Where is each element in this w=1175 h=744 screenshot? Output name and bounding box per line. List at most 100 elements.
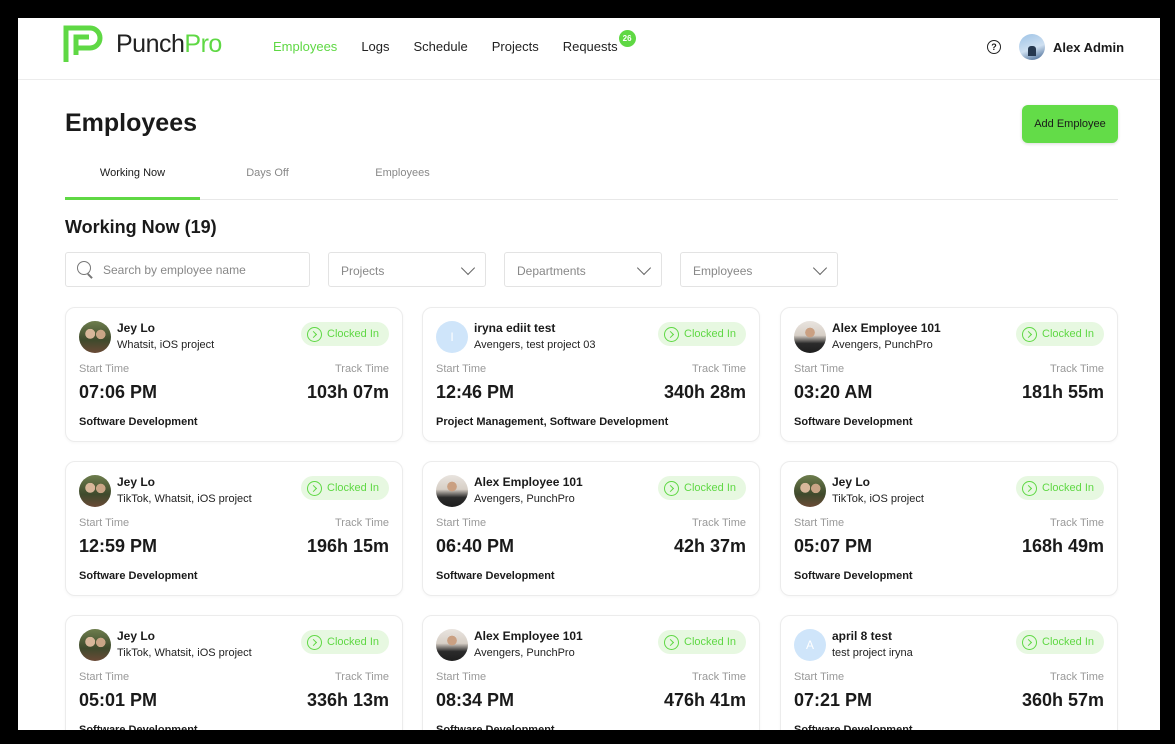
status-badge: Clocked In [1016,322,1104,346]
chevron-down-icon [460,260,476,276]
chevron-right-circle-icon [664,634,680,650]
search-box [65,252,310,287]
employee-projects: TikTok, iOS project [832,493,924,505]
start-time-value: 03:20 AM [794,382,873,402]
tab-days-off[interactable]: Days Off [200,158,335,200]
requests-count-badge: 26 [618,30,636,47]
nav-employees[interactable]: Employees [273,39,337,54]
employee-card[interactable]: Aapril 8 test test project iryna Clocked I… [780,615,1118,730]
chevron-down-icon [812,260,828,276]
department: Software Development [794,724,913,730]
nav-projects[interactable]: Projects [492,39,539,54]
status-label: Clocked In [684,328,736,340]
nav-schedule[interactable]: Schedule [414,39,468,54]
track-time-value: 340h 28m [663,382,746,402]
avatar [79,629,111,661]
top-header: PunchPro Employees Logs Schedule Project… [18,18,1160,80]
chevron-right-circle-icon [664,326,680,342]
chevron-right-circle-icon [307,480,323,496]
tab-bar: Working Now Days Off Employees [65,158,1118,200]
employees-filter[interactable]: Employees [680,252,838,287]
start-time-label: Start Time [79,363,130,375]
employee-projects: TikTok, Whatsit, iOS project [117,493,252,505]
track-time-label: Track Time [692,671,746,683]
track-time-value: 42h 37m [673,536,746,556]
employee-projects: Avengers, PunchPro [474,493,575,505]
department: Software Development [79,724,198,730]
avatar [436,629,468,661]
employee-card[interactable]: Alex Employee 101 Avengers, PunchPro Clock… [780,307,1118,442]
chevron-right-circle-icon [1022,326,1038,342]
status-label: Clocked In [684,636,736,648]
track-time-label: Track Time [692,363,746,375]
status-label: Clocked In [327,482,379,494]
status-badge: Clocked In [301,476,389,500]
brand-name-part2: Pro [184,29,222,58]
employee-projects: Whatsit, iOS project [117,339,215,351]
track-time-value: 181h 55m [1021,382,1104,402]
start-time-label: Start Time [79,517,130,529]
avatar: A [794,629,826,661]
employee-projects: Avengers, PunchPro [474,647,575,659]
device-frame: PunchPro Employees Logs Schedule Project… [2,2,1172,742]
start-time-label: Start Time [436,671,487,683]
search-input[interactable] [103,262,293,277]
status-label: Clocked In [1042,482,1094,494]
employee-name: Jey Lo [117,321,156,335]
departments-filter[interactable]: Departments [504,252,662,287]
status-label: Clocked In [1042,328,1094,340]
user-name: Alex Admin [1053,39,1125,55]
brand-logo[interactable]: PunchPro [62,24,222,64]
start-time-value: 12:46 PM [436,382,515,402]
nav-requests[interactable]: Requests 26 [563,30,636,54]
user-menu[interactable]: Alex Admin [1019,34,1124,60]
track-time-value: 168h 49m [1021,536,1104,556]
start-time-value: 06:40 PM [436,536,515,556]
add-employee-button[interactable]: Add Employee [1022,105,1118,143]
nav-logs[interactable]: Logs [361,39,389,54]
employee-name: iryna ediit test [474,321,556,335]
start-time-label: Start Time [794,517,845,529]
employee-card[interactable]: Alex Employee 101 Avengers, PunchPro Clock… [422,461,760,596]
help-icon[interactable]: ? [987,40,1001,54]
chevron-down-icon [636,260,652,276]
employees-filter-label: Employees [693,264,753,278]
chevron-right-circle-icon [664,480,680,496]
track-time-label: Track Time [335,671,389,683]
employee-projects: Avengers, PunchPro [832,339,933,351]
brand-name: PunchPro [116,30,222,59]
employee-projects: Avengers, test project 03 [474,339,596,351]
avatar [79,475,111,507]
avatar [794,321,826,353]
status-label: Clocked In [327,328,379,340]
employee-name: Alex Employee 101 [474,475,583,489]
tab-working-now[interactable]: Working Now [65,158,200,200]
employee-card[interactable]: Jey Lo TikTok, iOS project Clocked In Start… [780,461,1118,596]
search-icon [77,261,94,278]
start-time-label: Start Time [436,517,487,529]
chevron-right-circle-icon [307,326,323,342]
main-nav: Employees Logs Schedule Projects Request… [273,30,642,54]
department: Project Management, Software Development [436,416,669,428]
employee-card[interactable]: Jey Lo TikTok, Whatsit, iOS project Clocke… [65,615,403,730]
employee-card[interactable]: Alex Employee 101 Avengers, PunchPro Clock… [422,615,760,730]
departments-filter-label: Departments [517,264,586,278]
employee-card[interactable]: Iiryna ediit test Avengers, test project … [422,307,760,442]
projects-filter[interactable]: Projects [328,252,486,287]
employee-card[interactable]: Jey Lo Whatsit, iOS project Clocked In Star… [65,307,403,442]
chevron-right-circle-icon [1022,480,1038,496]
status-label: Clocked In [327,636,379,648]
track-time-value: 196h 15m [306,536,389,556]
tab-employees[interactable]: Employees [335,158,470,200]
chevron-right-circle-icon [1022,634,1038,650]
employee-card[interactable]: Jey Lo TikTok, Whatsit, iOS project Clocke… [65,461,403,596]
avatar: I [436,321,468,353]
page-title: Employees [65,109,198,137]
start-time-label: Start Time [436,363,487,375]
department: Software Development [794,570,913,582]
start-time-value: 08:34 PM [436,690,515,710]
employee-name: Jey Lo [117,475,156,489]
start-time-label: Start Time [794,671,845,683]
track-time-value: 360h 57m [1021,690,1104,710]
status-label: Clocked In [1042,636,1094,648]
